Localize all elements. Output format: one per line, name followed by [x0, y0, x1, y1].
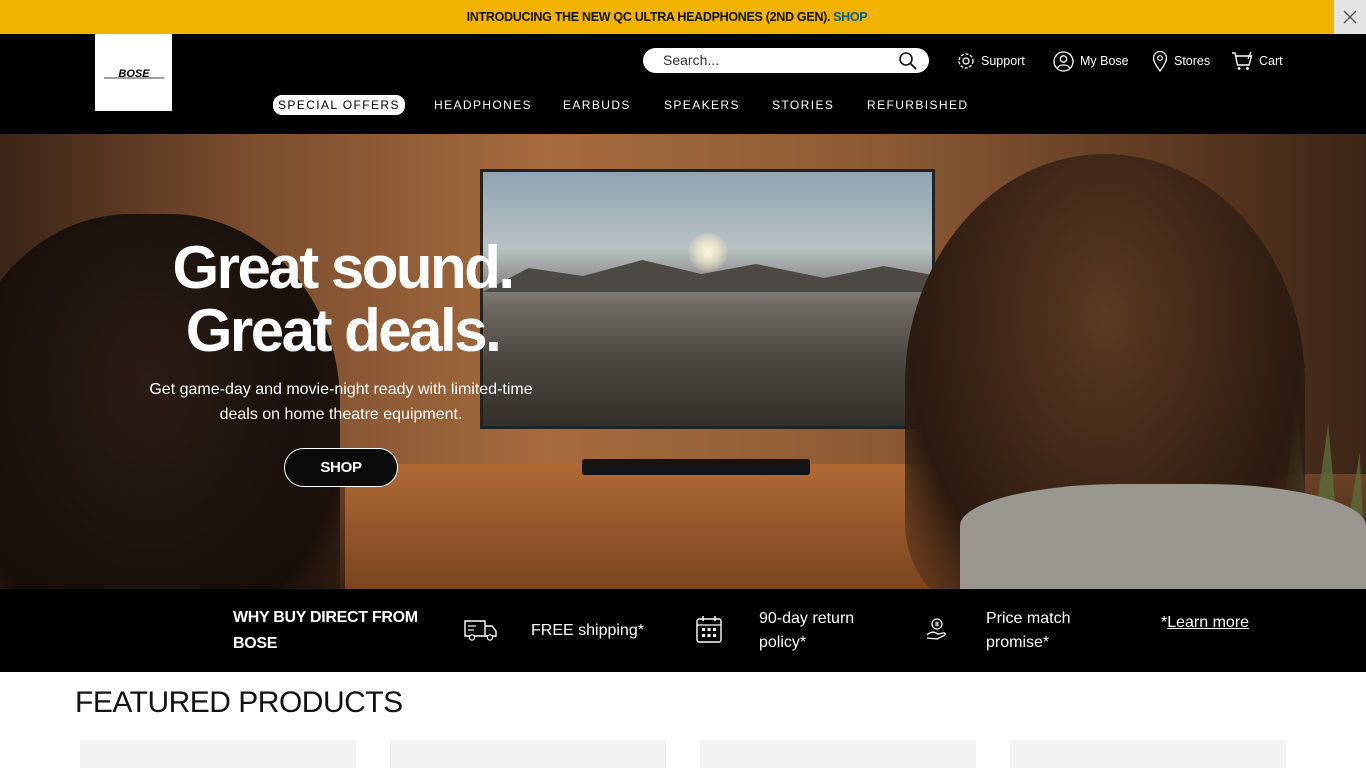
bose-logo-mark: BOSE — [103, 68, 164, 79]
learn-more-link[interactable]: Learn more — [1167, 614, 1249, 631]
gear-icon — [958, 53, 974, 69]
learn-more: *Learn more — [1161, 611, 1249, 635]
promo-shop-link[interactable]: SHOP — [833, 10, 868, 24]
product-card[interactable] — [1010, 740, 1286, 768]
promo-bar: INTRODUCING THE NEW QC ULTRA HEADPHONES … — [0, 0, 1366, 34]
hero-shop-button[interactable]: SHOP — [284, 448, 398, 487]
hand-coin-icon — [926, 618, 946, 640]
search-icon[interactable] — [898, 51, 918, 71]
hero-subtitle: Get game-day and movie-night ready with … — [149, 381, 533, 423]
nav-earbuds[interactable]: EARBUDS — [563, 95, 631, 115]
return-policy-text: 90-day return policy* — [759, 610, 855, 651]
stores-label: Stores — [1174, 54, 1211, 68]
product-card[interactable] — [390, 740, 666, 768]
support-link[interactable]: Support — [957, 49, 1025, 73]
product-card[interactable] — [80, 740, 356, 768]
support-label: Support — [981, 54, 1025, 68]
nav-refurbished[interactable]: REFURBISHED — [867, 95, 968, 115]
product-card[interactable] — [700, 740, 976, 768]
free-shipping-text: FREE shipping* — [531, 622, 644, 639]
my-bose-label: My Bose — [1080, 54, 1129, 68]
site-header: BOSE Search... Support My Bose Stores Ca… — [0, 34, 1366, 134]
location-pin-icon — [1152, 50, 1168, 72]
promo-message: INTRODUCING THE NEW QC ULTRA HEADPHONES … — [0, 0, 1334, 34]
svg-text:BOSE: BOSE — [118, 68, 150, 79]
close-icon — [1343, 10, 1357, 24]
hero-banner: Great sound. Great deals. Get game-day a… — [0, 134, 1366, 589]
hero-title-line-2: Great deals. — [185, 297, 502, 364]
nav-speakers[interactable]: SPEAKERS — [664, 95, 740, 115]
cart-label: Cart — [1259, 54, 1283, 68]
benefits-strip: WHY BUY DIRECT FROM BOSE FREE shipping* … — [0, 589, 1366, 672]
my-bose-link[interactable]: My Bose — [1053, 49, 1129, 73]
cart-link[interactable]: Cart — [1231, 49, 1283, 73]
hero-title: Great sound. Great deals. — [120, 236, 565, 362]
cart-icon — [1232, 51, 1253, 70]
user-icon — [1053, 50, 1074, 72]
soundbar-image — [582, 459, 810, 475]
promo-text: INTRODUCING THE NEW QC ULTRA HEADPHONES … — [466, 10, 831, 24]
stores-link[interactable]: Stores — [1152, 49, 1210, 73]
promo-close-button[interactable] — [1334, 0, 1366, 34]
hero-title-line-1: Great sound. — [172, 234, 515, 301]
nav-special-offers[interactable]: SPECIAL OFFERS — [273, 95, 405, 115]
nav-stories[interactable]: STORIES — [772, 95, 834, 115]
why-buy-heading: WHY BUY DIRECT FROM BOSE — [233, 609, 418, 652]
person-right-shirt — [960, 484, 1366, 589]
tv-cabinet — [345, 464, 980, 589]
featured-products-heading: FEATURED PRODUCTS — [75, 686, 403, 719]
tv-sun — [688, 232, 728, 272]
price-match-text: Price match promise* — [986, 610, 1071, 651]
truck-icon — [464, 620, 497, 641]
nav-headphones[interactable]: HEADPHONES — [434, 95, 532, 115]
calendar-icon — [696, 616, 722, 643]
bose-logo[interactable]: BOSE — [95, 34, 172, 111]
search-box[interactable]: Search... — [643, 48, 929, 73]
search-input[interactable]: Search... — [663, 48, 719, 73]
